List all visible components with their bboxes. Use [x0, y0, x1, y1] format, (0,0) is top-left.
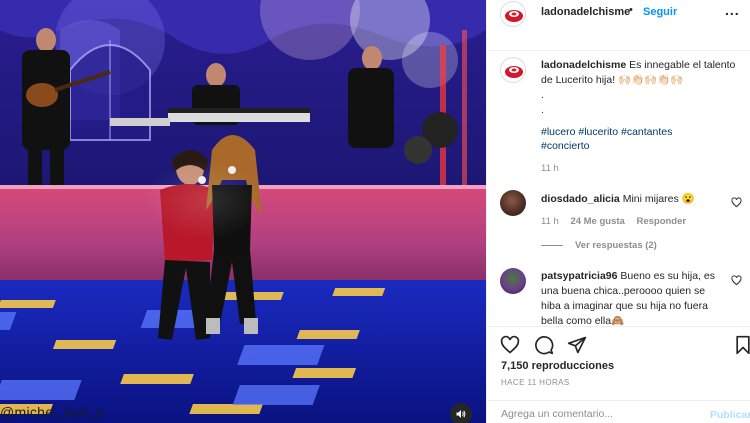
hashtag-link[interactable]: #lucero — [541, 126, 575, 138]
comment-body: diosdado_alicia Mini mijares 😮 — [541, 192, 695, 205]
hashtag-link[interactable]: #cantantes — [621, 126, 672, 138]
post-age[interactable]: HACE 11 HORAS — [501, 378, 570, 387]
caption-dot: . — [541, 89, 544, 101]
video-player[interactable]: @michel_kurl_s — [0, 0, 486, 423]
replies-divider — [541, 244, 563, 246]
comment-username[interactable]: diosdado_alicia — [541, 193, 620, 205]
view-count[interactable]: 7,150 reproducciones — [501, 360, 614, 372]
share-paper-plane-icon[interactable] — [567, 335, 587, 355]
hashtag-list: #lucero #lucerito #cantantes #concierto — [541, 125, 731, 153]
comment-like-heart-icon[interactable] — [731, 197, 742, 208]
comment-bubble-icon[interactable] — [534, 335, 554, 355]
profile-logo-icon — [502, 59, 525, 82]
comment-like-heart-icon[interactable] — [731, 275, 742, 286]
concert-video-frame — [0, 0, 486, 423]
post-caption: ladonadelchisme Es innegable el talento … — [541, 58, 737, 118]
add-comment-row: Publicar — [487, 400, 750, 423]
caption-dot: . — [541, 104, 544, 116]
publish-button[interactable]: Publicar — [710, 409, 750, 421]
more-options-button[interactable]: ... — [725, 2, 740, 18]
comment-body: patsypatricia96 Bueno es su hija, es una… — [541, 269, 721, 326]
post-header: ladonadelchisme • Seguir ... — [487, 0, 750, 51]
save-bookmark-icon[interactable] — [733, 335, 750, 355]
comment-likes[interactable]: 24 Me gusta — [570, 216, 624, 227]
post-panel: ladonadelchisme • Seguir ... ladonadelch… — [486, 0, 750, 423]
view-replies-label: Ver respuestas (2) — [575, 240, 657, 251]
comment-avatar[interactable] — [500, 268, 526, 294]
header-username[interactable]: ladonadelchisme — [541, 6, 630, 18]
hashtag-link[interactable]: #lucerito — [578, 126, 618, 138]
comment-timestamp[interactable]: 11 h — [541, 216, 559, 227]
follow-button[interactable]: Seguir — [643, 6, 677, 18]
comment-username[interactable]: patsypatricia96 — [541, 270, 617, 282]
profile-logo-icon — [502, 3, 525, 26]
comment-input[interactable] — [501, 408, 701, 420]
avatar[interactable] — [500, 1, 526, 27]
reply-button[interactable]: Responder — [636, 216, 686, 227]
caption-timestamp[interactable]: 11 h — [541, 163, 559, 174]
header-separator: • — [629, 4, 633, 16]
comment-text: Mini mijares 😮 — [622, 193, 695, 205]
view-replies-button[interactable]: Ver respuestas (2) — [541, 240, 657, 251]
post-actions: 7,150 reproducciones HACE 11 HORAS Publi… — [487, 326, 750, 423]
video-watermark: @michel_kurl_s — [0, 404, 104, 420]
comment-avatar[interactable] — [500, 190, 526, 216]
comments-scroll-area[interactable]: ladonadelchisme Es innegable el talento … — [487, 51, 750, 326]
hashtag-link[interactable]: #concierto — [541, 140, 589, 152]
caption-username[interactable]: ladonadelchisme — [541, 59, 626, 71]
comment-meta: 11 h 24 Me gusta Responder — [541, 216, 695, 227]
speaker-icon — [456, 410, 466, 418]
sound-toggle-button[interactable] — [450, 403, 472, 423]
caption-avatar[interactable] — [500, 57, 526, 83]
like-heart-icon[interactable] — [500, 335, 520, 355]
